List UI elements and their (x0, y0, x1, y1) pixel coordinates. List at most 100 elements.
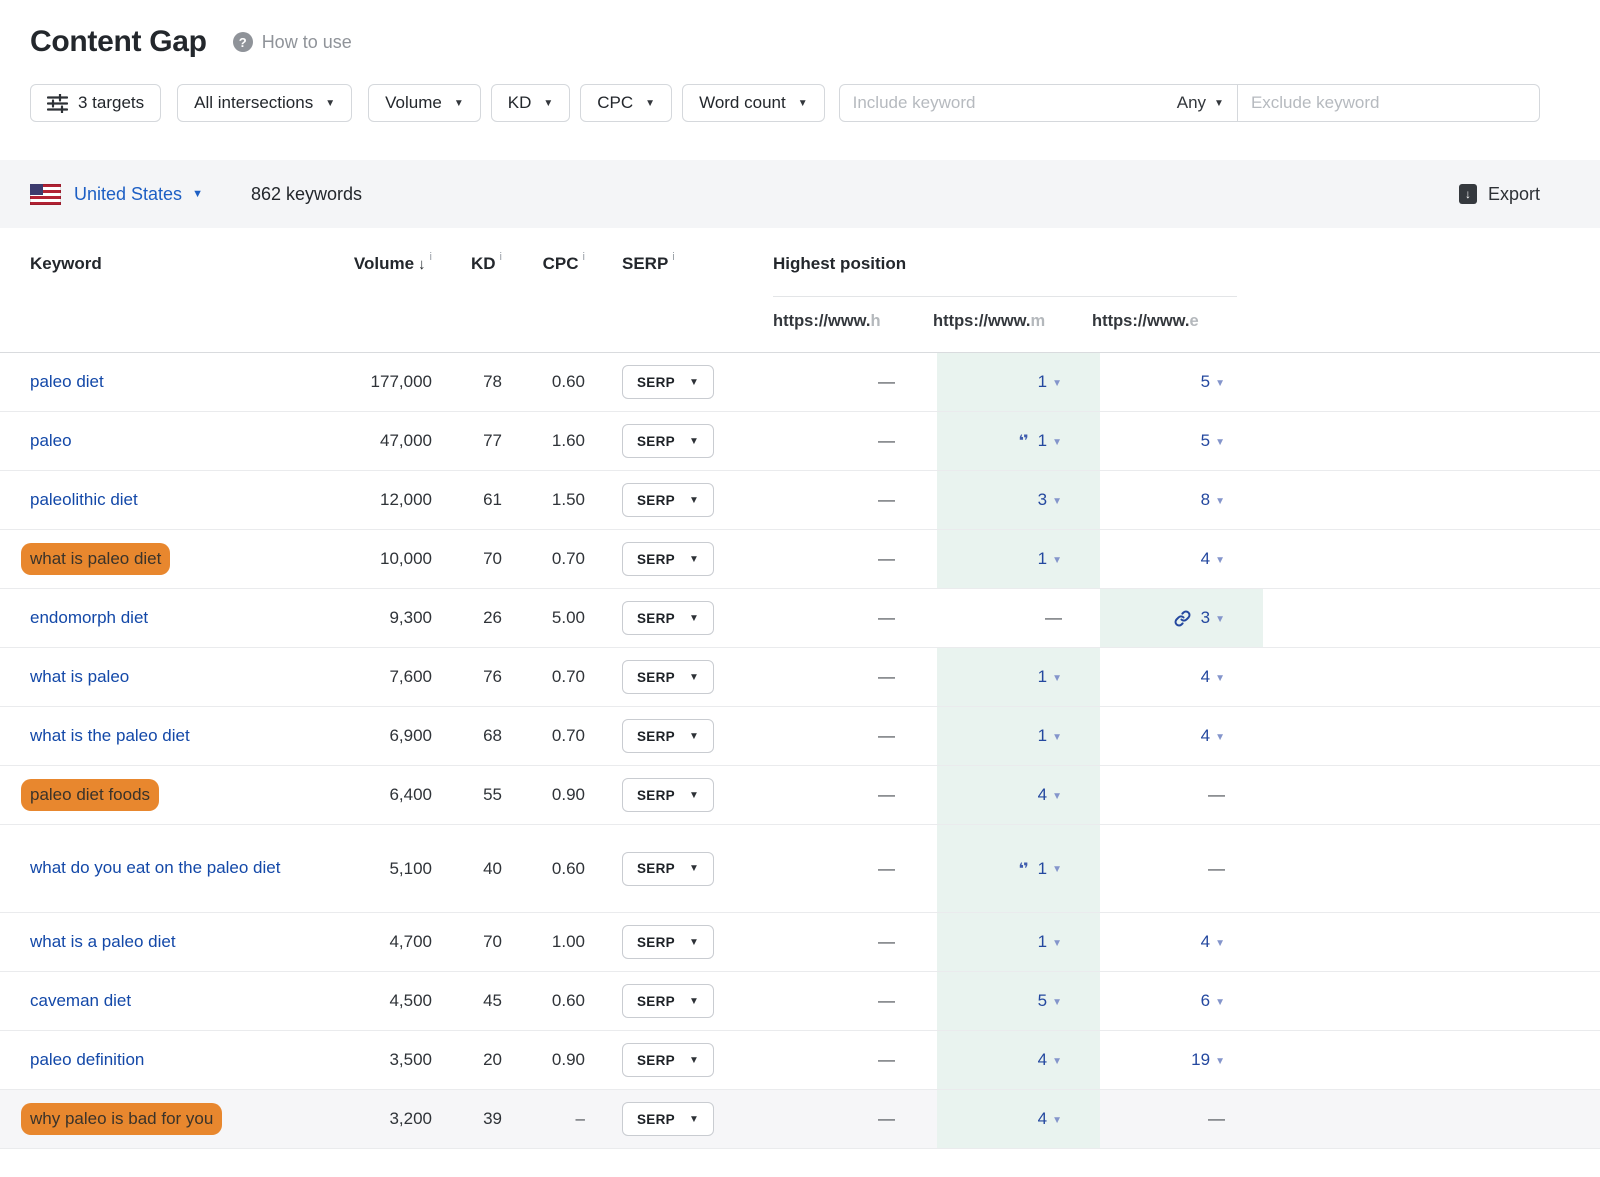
chevron-down-icon: ▼ (1052, 496, 1062, 507)
position-value: 3 (1201, 608, 1210, 628)
kd-value: 77 (432, 412, 502, 470)
position-cell-3: 8▼ (1100, 471, 1263, 529)
serp-dropdown-button[interactable]: SERP▼ (622, 719, 714, 753)
keyword-cell: what is the paleo diet (30, 707, 290, 765)
position-dropdown[interactable]: 1▼ (1038, 372, 1062, 392)
keyword-link[interactable]: what is the paleo diet (30, 723, 190, 749)
no-position-dash: — (1045, 608, 1062, 628)
position-dropdown[interactable]: ❛❜1▼ (1019, 431, 1062, 451)
position-dropdown[interactable]: 1▼ (1038, 932, 1062, 952)
position-dropdown[interactable]: 1▼ (1038, 667, 1062, 687)
how-to-use-link[interactable]: ? How to use (233, 32, 352, 53)
cpc-value: 5.00 (495, 589, 585, 647)
serp-dropdown-button[interactable]: SERP▼ (622, 483, 714, 517)
keyword-link[interactable]: paleolithic diet (30, 487, 138, 513)
cpc-value: 0.70 (495, 648, 585, 706)
include-keyword-input[interactable]: Include keyword Any▼ (839, 84, 1238, 122)
position-dropdown[interactable]: 1▼ (1038, 549, 1062, 569)
position-cell-3: — (1100, 766, 1263, 824)
cpc-filter-dropdown[interactable]: CPC▼ (580, 84, 672, 122)
serp-dropdown-button[interactable]: SERP▼ (622, 542, 714, 576)
position-dropdown[interactable]: 1▼ (1038, 726, 1062, 746)
target-url-1[interactable]: https://www.h (773, 304, 923, 338)
cpc-value: – (495, 1090, 585, 1148)
serp-dropdown-button[interactable]: SERP▼ (622, 1102, 714, 1136)
position-dropdown[interactable]: 19▼ (1191, 1050, 1225, 1070)
position-dropdown[interactable]: 6▼ (1201, 991, 1225, 1011)
serp-dropdown-button[interactable]: SERP▼ (622, 1043, 714, 1077)
position-cell-3: 4▼ (1100, 707, 1263, 765)
table-row: paleo47,000771.60SERP▼—❛❜1▼5▼ (0, 412, 1600, 471)
keyword-link[interactable]: paleo (30, 428, 72, 454)
position-cell-2: 4▼ (937, 766, 1100, 824)
keyword-cell: what is a paleo diet (30, 913, 290, 971)
serp-dropdown-button[interactable]: SERP▼ (622, 660, 714, 694)
position-dropdown[interactable]: 5▼ (1201, 431, 1225, 451)
include-mode-dropdown[interactable]: Any▼ (1177, 93, 1224, 113)
column-header-cpc[interactable]: CPCi (495, 250, 585, 278)
table-row: what do you eat on the paleo diet5,10040… (0, 825, 1600, 913)
keyword-link[interactable]: paleo diet (30, 369, 104, 395)
intersections-dropdown[interactable]: All intersections▼ (177, 84, 352, 122)
position-dropdown[interactable]: 4▼ (1038, 1050, 1062, 1070)
position-value: 4 (1201, 549, 1210, 569)
position-dropdown[interactable]: 4▼ (1201, 932, 1225, 952)
column-header-volume[interactable]: Volume↓i (290, 250, 432, 278)
position-dropdown[interactable]: ❛❜1▼ (1019, 859, 1062, 879)
position-dropdown[interactable]: 8▼ (1201, 490, 1225, 510)
serp-cell: SERP▼ (622, 825, 714, 912)
target-url-2[interactable]: https://www.m (933, 304, 1083, 338)
table-row: caveman diet4,500450.60SERP▼—5▼6▼ (0, 972, 1600, 1031)
position-dropdown[interactable]: 4▼ (1201, 726, 1225, 746)
position-dropdown[interactable]: 4▼ (1201, 667, 1225, 687)
serp-dropdown-button[interactable]: SERP▼ (622, 424, 714, 458)
kd-filter-dropdown[interactable]: KD▼ (491, 84, 571, 122)
serp-dropdown-button[interactable]: SERP▼ (622, 365, 714, 399)
keyword-link-highlighted[interactable]: what is paleo diet (21, 543, 170, 575)
country-dropdown[interactable]: United States ▼ (74, 184, 203, 205)
keyword-link[interactable]: what is a paleo diet (30, 929, 176, 955)
position-dropdown[interactable]: 3▼ (1174, 608, 1225, 628)
keyword-link-highlighted[interactable]: paleo diet foods (21, 779, 159, 811)
kd-value: 70 (432, 530, 502, 588)
keyword-link[interactable]: paleo definition (30, 1047, 144, 1073)
volume-value: 3,500 (290, 1031, 432, 1089)
position-dropdown[interactable]: 4▼ (1038, 785, 1062, 805)
table-row: paleo diet177,000780.60SERP▼—1▼5▼ (0, 353, 1600, 412)
export-button[interactable]: ↓ Export (1459, 184, 1540, 205)
keyword-link[interactable]: what do you eat on the paleo diet (30, 855, 280, 881)
serp-dropdown-button[interactable]: SERP▼ (622, 601, 714, 635)
keyword-link[interactable]: what is paleo (30, 664, 129, 690)
exclude-keyword-input[interactable]: Exclude keyword (1238, 84, 1540, 122)
serp-dropdown-button[interactable]: SERP▼ (622, 778, 714, 812)
serp-dropdown-button[interactable]: SERP▼ (622, 984, 714, 1018)
keyword-link[interactable]: endomorph diet (30, 605, 148, 631)
position-cell-2: 1▼ (937, 530, 1100, 588)
no-position-dash: — (878, 932, 895, 952)
info-icon[interactable]: i (672, 251, 674, 263)
column-header-keyword[interactable]: Keyword (30, 250, 102, 278)
target-url-3[interactable]: https://www.e (1092, 304, 1242, 338)
position-dropdown[interactable]: 4▼ (1038, 1109, 1062, 1129)
no-position-dash: — (878, 991, 895, 1011)
position-cell-2: — (937, 589, 1100, 647)
column-header-kd[interactable]: KDi (432, 250, 502, 278)
table-header: Keyword Volume↓i KDi CPCi SERPi Highest … (0, 228, 1600, 352)
no-position-dash: — (1208, 859, 1225, 879)
position-value: 3 (1038, 490, 1047, 510)
position-dropdown[interactable]: 3▼ (1038, 490, 1062, 510)
serp-dropdown-button[interactable]: SERP▼ (622, 925, 714, 959)
position-cell-2: 1▼ (937, 707, 1100, 765)
position-dropdown[interactable]: 4▼ (1201, 549, 1225, 569)
column-header-serp[interactable]: SERPi (622, 250, 675, 278)
position-dropdown[interactable]: 5▼ (1201, 372, 1225, 392)
info-icon[interactable]: i (583, 251, 585, 263)
keyword-link-highlighted[interactable]: why paleo is bad for you (21, 1103, 222, 1135)
word-count-filter-dropdown[interactable]: Word count▼ (682, 84, 825, 122)
filter-bar: 3 targets All intersections▼ Volume▼ KD▼… (30, 84, 1540, 122)
serp-dropdown-button[interactable]: SERP▼ (622, 852, 714, 886)
keyword-link[interactable]: caveman diet (30, 988, 131, 1014)
position-dropdown[interactable]: 5▼ (1038, 991, 1062, 1011)
volume-filter-dropdown[interactable]: Volume▼ (368, 84, 481, 122)
targets-button[interactable]: 3 targets (30, 84, 161, 122)
